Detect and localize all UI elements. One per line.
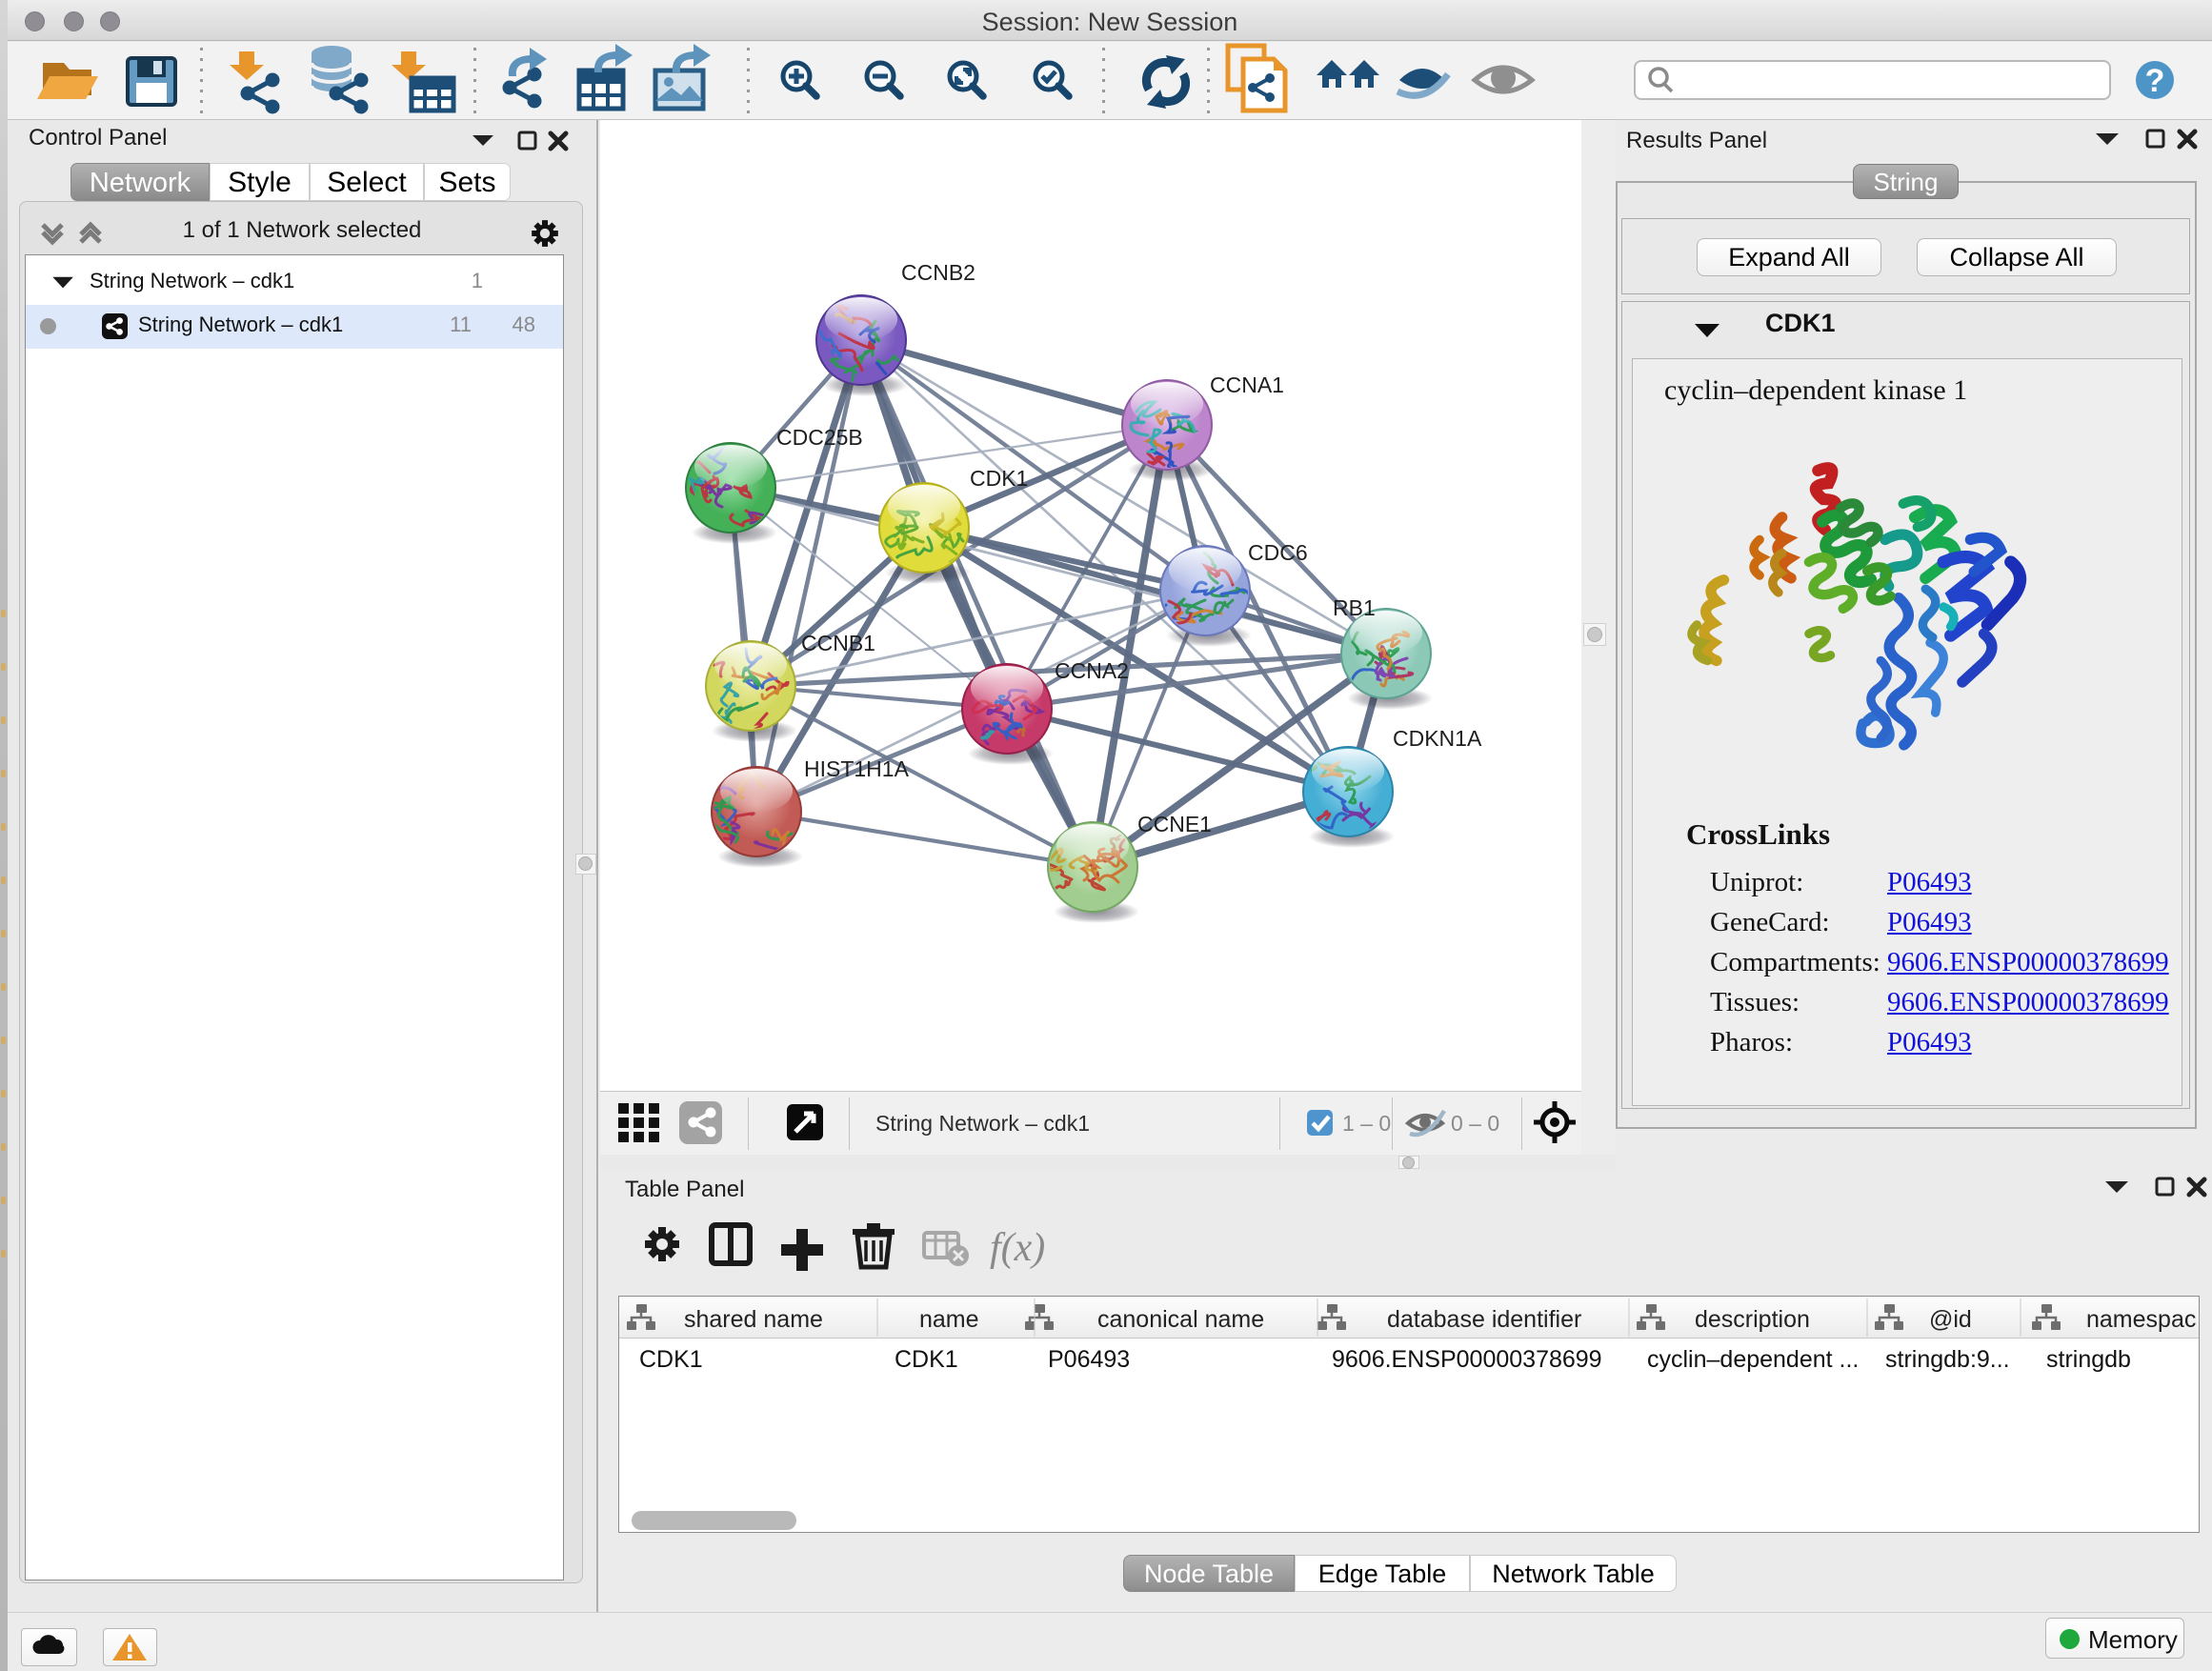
svg-text:CDC6: CDC6 [1248,540,1308,565]
svg-text:database identifier: database identifier [1387,1306,1581,1333]
svg-text:?: ? [2145,63,2165,99]
svg-text:CCNB1: CCNB1 [801,631,875,655]
svg-text:shared name: shared name [684,1306,823,1333]
svg-text:f(x): f(x) [990,1226,1045,1270]
svg-text:CCNA1: CCNA1 [1210,372,1284,397]
svg-text:1 – 0: 1 – 0 [1342,1111,1391,1136]
svg-text:description: description [1695,1306,1810,1333]
svg-text:CDC25B: CDC25B [776,425,863,450]
svg-text:0 – 0: 0 – 0 [1451,1111,1499,1136]
svg-text:name: name [919,1306,979,1333]
svg-text:CDK1: CDK1 [970,466,1028,491]
svg-text:RB1: RB1 [1333,595,1376,620]
svg-text:CCNA2: CCNA2 [1055,658,1129,683]
svg-text:HIST1H1A: HIST1H1A [804,756,910,781]
svg-text:CCNE1: CCNE1 [1137,812,1212,836]
svg-text:CDKN1A: CDKN1A [1393,726,1482,751]
svg-text:namespac: namespac [2086,1306,2196,1333]
svg-text:@id: @id [1929,1306,1972,1333]
svg-text:String Network – cdk1: String Network – cdk1 [875,1111,1090,1136]
svg-text:canonical name: canonical name [1097,1306,1264,1333]
svg-text:CCNB2: CCNB2 [901,260,975,285]
